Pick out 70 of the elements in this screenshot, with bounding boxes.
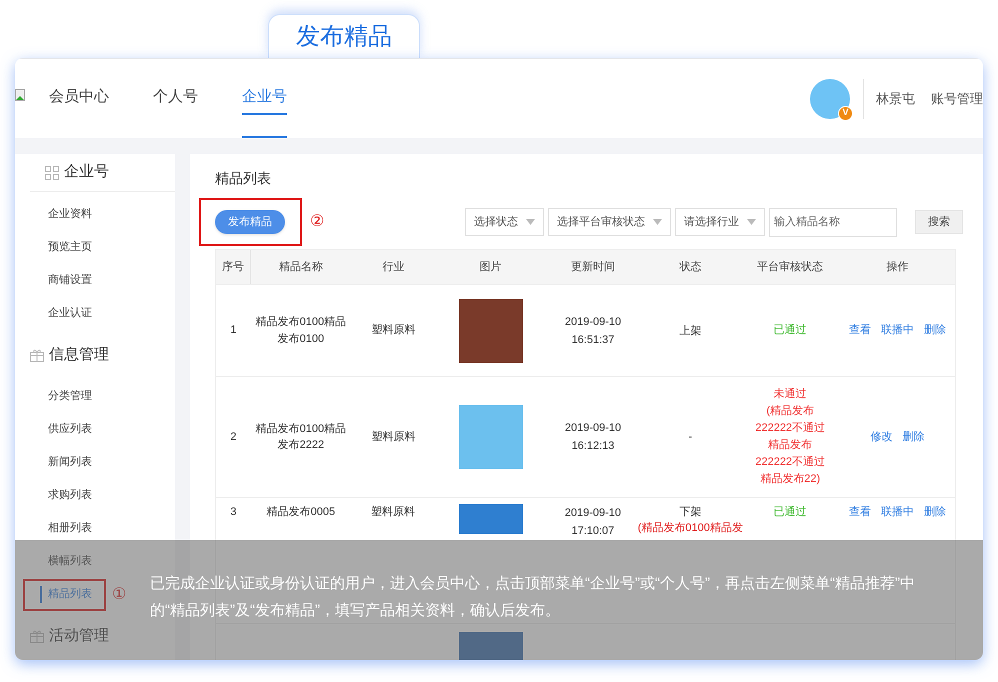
sidebar-group-title: 企业号 bbox=[64, 162, 109, 182]
update-time: 16:12:13 bbox=[572, 439, 614, 454]
column-header: 平台审核状态 bbox=[756, 260, 824, 275]
action-link[interactable]: 查看 bbox=[849, 504, 872, 520]
status-note: (精品发布0100精品发 bbox=[638, 521, 743, 536]
industry-text: 塑料原料 bbox=[371, 322, 416, 338]
section-title: 精品列表 bbox=[215, 169, 272, 188]
audit-text: 精品发布22) bbox=[760, 472, 820, 487]
column-header: 状态 bbox=[678, 260, 702, 275]
filter-select[interactable]: 选择平台审核状态 bbox=[548, 208, 671, 236]
action-link[interactable]: 联播中 bbox=[881, 504, 914, 520]
action-link[interactable]: 查看 bbox=[849, 322, 872, 339]
status-text: 上架 bbox=[679, 324, 702, 338]
product-name: 精品发布0100精品发布0100 bbox=[254, 315, 348, 346]
sidebar-item[interactable]: 供应列表 bbox=[40, 421, 92, 438]
action-link[interactable]: 联播中 bbox=[881, 322, 914, 339]
sidebar-item[interactable]: 求购列表 bbox=[40, 487, 92, 504]
industry-text: 塑料原料 bbox=[371, 504, 416, 520]
audit-text: 已通过 bbox=[774, 322, 807, 338]
column-header: 更新时间 bbox=[570, 260, 616, 275]
column-header: 精品名称 bbox=[278, 260, 324, 275]
update-date: 2019-09-10 bbox=[564, 314, 622, 330]
audit-text: 精品发布 bbox=[768, 438, 812, 453]
sidebar-item[interactable]: 预览主页 bbox=[40, 239, 92, 256]
column-header: 图片 bbox=[478, 260, 503, 275]
column-header: 行业 bbox=[381, 260, 406, 275]
sidebar-group-title: 信息管理 bbox=[49, 344, 109, 365]
verified-badge: V bbox=[838, 106, 853, 120]
sidebar-item[interactable]: 新闻列表 bbox=[40, 454, 92, 471]
row-index: 2 bbox=[230, 430, 237, 445]
product-name: 精品发布0005 bbox=[266, 505, 336, 520]
column-header: 操作 bbox=[886, 260, 910, 275]
sidebar-item[interactable]: 相册列表 bbox=[40, 520, 92, 537]
sidebar-group-title: 活动管理 bbox=[49, 626, 109, 646]
status-text: 下架 bbox=[679, 504, 702, 520]
caption-text: 已完成企业认证或身份认证的用户，进入会员中心，点击顶部菜单“企业号”或“个人号”，再点击左侧菜单“精品推荐”中的“精品列表”及“发布精品”，填写产品相关资料，确认后发布。 bbox=[150, 574, 916, 621]
account-link[interactable]: 账号管理 bbox=[931, 88, 983, 108]
action-link[interactable]: 修改 bbox=[870, 428, 893, 446]
nav-tab[interactable]: 企业号 bbox=[242, 59, 287, 138]
search-field[interactable]: 输入精品名称 bbox=[769, 208, 897, 236]
row-index: 1 bbox=[230, 323, 237, 338]
update-date: 2019-09-10 bbox=[564, 506, 622, 521]
action-link[interactable]: 删除 bbox=[924, 504, 946, 520]
industry-text: 塑料原料 bbox=[371, 430, 416, 445]
filter-select[interactable]: 请选择行业 bbox=[675, 208, 765, 236]
update-date: 2019-09-10 bbox=[564, 421, 622, 436]
column-header: 序号 bbox=[216, 250, 251, 284]
action-link[interactable]: 删除 bbox=[924, 322, 946, 339]
search-button[interactable]: 搜索 bbox=[915, 210, 963, 234]
audit-text: 已通过 bbox=[774, 504, 807, 520]
action-link[interactable]: 删除 bbox=[902, 428, 925, 446]
status-text: - bbox=[688, 430, 692, 445]
update-time: 16:51:37 bbox=[572, 332, 614, 348]
nav-tab[interactable]: 个人号 bbox=[153, 59, 198, 138]
nav-tab[interactable]: 会员中心 bbox=[49, 59, 109, 138]
sidebar-item[interactable]: 分类管理 bbox=[40, 388, 92, 405]
user-name[interactable]: 林景屯 bbox=[876, 88, 915, 108]
audit-text: 未通过 bbox=[774, 386, 807, 402]
audit-text: (精品发布 bbox=[766, 404, 814, 419]
step-marker: ① bbox=[112, 584, 126, 604]
sidebar-item[interactable]: 企业认证 bbox=[40, 305, 92, 322]
row-index: 3 bbox=[230, 505, 237, 520]
sidebar-item[interactable]: 商铺设置 bbox=[40, 272, 92, 289]
step-marker: ② bbox=[310, 212, 324, 232]
product-name: 精品发布0100精品发布2222 bbox=[254, 422, 348, 453]
audit-text: 222222不通过 bbox=[755, 420, 826, 436]
filter-select[interactable]: 选择状态 bbox=[465, 208, 544, 236]
audit-text: 222222不通过 bbox=[755, 454, 826, 470]
update-time: 17:10:07 bbox=[571, 524, 614, 539]
sidebar-item[interactable]: 企业资料 bbox=[40, 206, 92, 223]
